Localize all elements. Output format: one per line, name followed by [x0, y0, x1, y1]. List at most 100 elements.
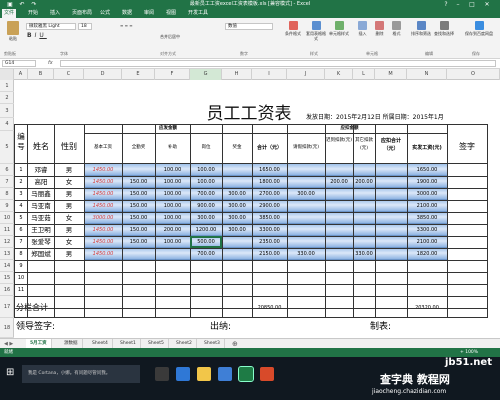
app-taskbar-icon[interactable]: [260, 367, 274, 381]
table-cell[interactable]: [353, 200, 375, 212]
column-header[interactable]: B: [28, 69, 54, 80]
table-cell[interactable]: 2: [15, 176, 27, 188]
table-cell[interactable]: 300.00: [222, 188, 252, 200]
undo-icon[interactable]: ↶: [16, 0, 28, 9]
row-header[interactable]: 18: [0, 318, 14, 338]
conditional-format-button[interactable]: 条件格式: [282, 21, 304, 36]
table-cell[interactable]: 1450.00: [84, 248, 122, 260]
table-cell[interactable]: 3300.00: [407, 224, 447, 236]
font-size-box[interactable]: 18: [78, 23, 92, 30]
tab-developer[interactable]: 开发工具: [186, 9, 210, 18]
table-cell[interactable]: 2700.00: [252, 188, 287, 200]
table-cell[interactable]: [122, 248, 155, 260]
table-cell[interactable]: [287, 164, 325, 176]
column-header[interactable]: A: [14, 69, 28, 80]
table-cell[interactable]: 马丽鑫: [28, 188, 54, 200]
column-header[interactable]: F: [155, 69, 190, 80]
column-header[interactable]: G: [190, 69, 222, 80]
table-cell[interactable]: 150.00: [122, 200, 155, 212]
column-header[interactable]: N: [407, 69, 447, 80]
table-cell[interactable]: 1: [15, 164, 27, 176]
table-cell[interactable]: [325, 200, 353, 212]
table-cell[interactable]: 150.00: [122, 224, 155, 236]
table-cell[interactable]: [325, 236, 353, 248]
table-cell[interactable]: 900.00: [190, 200, 222, 212]
tab-view[interactable]: 视图: [164, 9, 178, 18]
close-icon[interactable]: ✕: [481, 0, 493, 9]
column-header[interactable]: O: [447, 69, 500, 80]
row-header[interactable]: 3: [0, 104, 14, 118]
row-header[interactable]: 11: [0, 224, 14, 236]
table-cell[interactable]: 1650.00: [407, 164, 447, 176]
table-cell[interactable]: [325, 248, 353, 260]
table-cell[interactable]: 700.00: [190, 248, 222, 260]
table-cell[interactable]: 3850.00: [407, 212, 447, 224]
table-cell[interactable]: 100.00: [155, 176, 190, 188]
select-all-corner[interactable]: [0, 69, 14, 80]
baidu-share-button[interactable]: 保存到百度网盘: [462, 21, 496, 36]
row-header[interactable]: 12: [0, 236, 14, 248]
column-header[interactable]: J: [287, 69, 325, 80]
format-as-table-button[interactable]: 套用表格格式: [305, 21, 327, 41]
column-header[interactable]: L: [353, 69, 375, 80]
table-cell[interactable]: 200.00: [325, 176, 353, 188]
table-cell[interactable]: 200.00: [353, 176, 375, 188]
table-cell[interactable]: 1450.00: [84, 224, 122, 236]
help-icon[interactable]: ?: [440, 0, 452, 9]
table-cell[interactable]: [122, 164, 155, 176]
maximize-icon[interactable]: □: [466, 0, 478, 9]
table-cell[interactable]: 2100.00: [407, 200, 447, 212]
row-header[interactable]: 6: [0, 164, 14, 176]
task-view-icon[interactable]: [155, 367, 169, 381]
table-cell[interactable]: 100.00: [155, 188, 190, 200]
tab-file[interactable]: 文件: [2, 9, 17, 18]
row-header[interactable]: 17: [0, 296, 14, 318]
sort-filter-button[interactable]: 排序和筛选: [410, 21, 432, 36]
formula-input[interactable]: [60, 60, 496, 67]
table-cell[interactable]: [287, 200, 325, 212]
find-select-button[interactable]: 查找和选择: [433, 21, 455, 36]
name-box[interactable]: G14: [2, 60, 36, 67]
column-header[interactable]: I: [252, 69, 287, 80]
font-style-buttons[interactable]: BIU: [27, 33, 67, 39]
table-cell[interactable]: 330.00: [353, 248, 375, 260]
table-cell[interactable]: 2900.00: [252, 200, 287, 212]
table-cell[interactable]: 男: [54, 224, 84, 236]
tab-formulas[interactable]: 公式: [98, 9, 112, 18]
table-cell[interactable]: [375, 200, 407, 212]
table-cell[interactable]: 330.00: [287, 248, 325, 260]
table-cell[interactable]: [155, 248, 190, 260]
table-cell[interactable]: 马亚茹: [28, 212, 54, 224]
table-cell[interactable]: 4: [15, 200, 27, 212]
table-cell[interactable]: [353, 188, 375, 200]
table-cell[interactable]: 150.00: [122, 188, 155, 200]
table-cell[interactable]: 郑国斌: [28, 248, 54, 260]
row-header[interactable]: 2: [0, 92, 14, 104]
column-header[interactable]: M: [375, 69, 407, 80]
table-cell[interactable]: 150.00: [122, 212, 155, 224]
table-cell[interactable]: 150.00: [122, 236, 155, 248]
table-cell[interactable]: 2150.00: [252, 248, 287, 260]
redo-icon[interactable]: ↷: [28, 0, 40, 9]
table-cell[interactable]: 3000.00: [407, 188, 447, 200]
table-cell[interactable]: 1200.00: [190, 224, 222, 236]
table-cell[interactable]: 女: [54, 212, 84, 224]
table-cell[interactable]: [375, 224, 407, 236]
tab-page-layout[interactable]: 页面布局: [70, 9, 94, 18]
table-cell[interactable]: 200.00: [155, 224, 190, 236]
table-cell[interactable]: 150.00: [122, 176, 155, 188]
column-header[interactable]: C: [54, 69, 84, 80]
column-header[interactable]: K: [325, 69, 353, 80]
table-cell[interactable]: 300.00: [190, 212, 222, 224]
table-cell[interactable]: [287, 224, 325, 236]
row-header[interactable]: 5: [0, 131, 14, 164]
table-cell[interactable]: 100.00: [155, 200, 190, 212]
minimize-icon[interactable]: –: [452, 0, 464, 9]
row-header[interactable]: 4: [0, 118, 14, 131]
table-cell[interactable]: [325, 224, 353, 236]
table-cell[interactable]: 男: [54, 200, 84, 212]
table-cell[interactable]: [375, 176, 407, 188]
table-cell[interactable]: 300.00: [222, 212, 252, 224]
table-cell[interactable]: [325, 164, 353, 176]
table-cell[interactable]: 300.00: [222, 200, 252, 212]
